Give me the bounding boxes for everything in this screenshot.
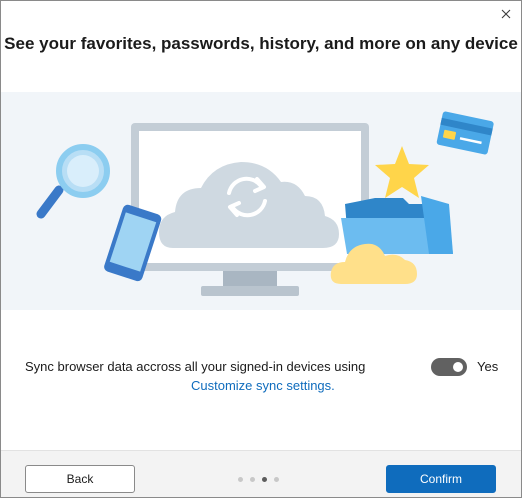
magnifier-icon [36, 144, 110, 219]
pager-dot [274, 477, 279, 482]
sync-toggle[interactable] [431, 358, 467, 376]
pager-dot [250, 477, 255, 482]
sync-illustration [1, 92, 521, 310]
confirm-button[interactable]: Confirm [386, 465, 496, 493]
credit-card-icon [436, 111, 494, 155]
star-icon [375, 146, 429, 198]
pager-dots [238, 477, 279, 482]
sync-dialog: See your favorites, passwords, history, … [0, 0, 522, 498]
close-button[interactable] [497, 5, 515, 23]
pager-dot [238, 477, 243, 482]
back-button[interactable]: Back [25, 465, 135, 493]
sync-description: Sync browser data accross all your signe… [25, 359, 366, 374]
dialog-footer: Back Confirm [1, 450, 521, 497]
toggle-label: Yes [477, 359, 499, 374]
pager-dot-active [262, 477, 267, 482]
illustration-svg [36, 111, 494, 296]
customize-sync-link[interactable]: Customize sync settings. [191, 378, 335, 393]
dialog-title: See your favorites, passwords, history, … [4, 34, 518, 53]
toggle-knob [453, 362, 463, 372]
folder-icon [341, 196, 453, 254]
close-icon [501, 9, 511, 19]
